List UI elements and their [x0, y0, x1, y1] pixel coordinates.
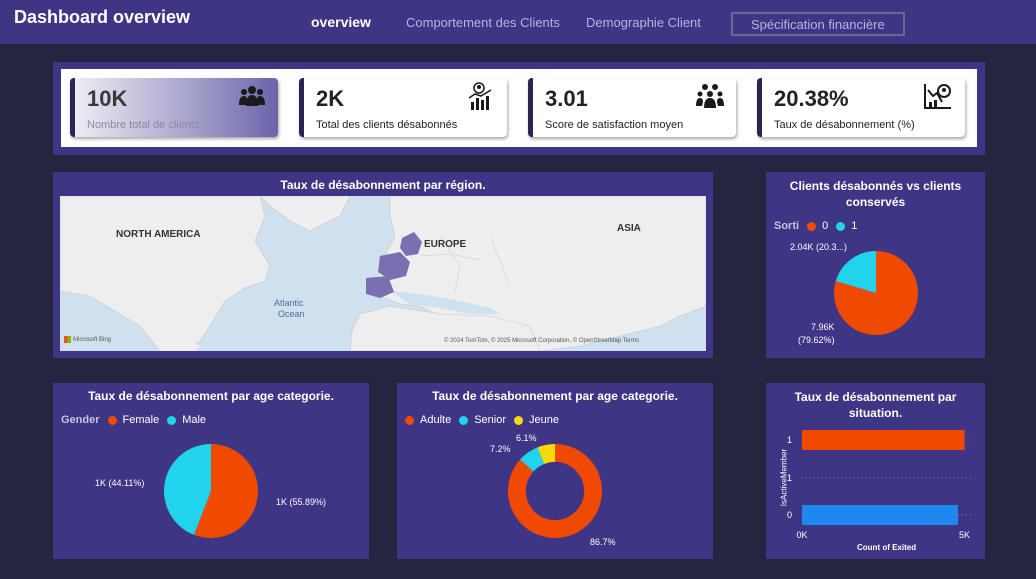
age-donut-chart[interactable] [507, 443, 603, 539]
kpi-card-clients-desabonnes[interactable]: 2K Total des clients désabonnés [299, 78, 507, 137]
kpi-container: 10K Nombre total de clients 2K Total des… [61, 69, 977, 147]
gender-label-female: 1K (55.89%) [276, 497, 327, 507]
bar-0[interactable] [802, 505, 958, 525]
age-label-jeune: 6.1% [516, 433, 537, 443]
tab-specification-financiere[interactable]: Spécification financière [731, 12, 905, 36]
kpi-value: 20.38% [774, 86, 849, 111]
gender-panel: Taux de désabonnement par age categorie.… [53, 383, 369, 559]
exited-panel: Clients désabonnés vs clients conservés … [766, 172, 985, 358]
exited-legend: Sorti 0 1 [774, 220, 857, 232]
world-map-graphic [60, 196, 706, 351]
gender-pie-chart[interactable] [163, 443, 259, 539]
kpi-label: Total des clients désabonnés [316, 119, 458, 131]
exited-pie-chart[interactable] [833, 250, 919, 336]
top-bar: Dashboard overview overview Comportement… [0, 0, 1036, 44]
x-tick-label: 5K [959, 530, 970, 540]
bar-1[interactable] [802, 430, 965, 450]
microsoft-logo-icon [64, 336, 71, 343]
age-label-senior: 7.2% [490, 444, 511, 454]
age-legend: Adulte Senior Jeune [405, 414, 559, 426]
legend-item-male[interactable]: Male [182, 414, 206, 426]
legend-item-adulte[interactable]: Adulte [420, 414, 451, 426]
kpi-label: Nombre total de clients [87, 119, 200, 131]
kpi-value: 3.01 [545, 86, 588, 111]
exited-label-1: 2.04K (20.3...) [790, 242, 848, 252]
kpi-label: Taux de désabonnement (%) [774, 119, 915, 131]
map-panel-title: Taux de désabonnement par région. [280, 178, 486, 192]
kpi-section: 10K Nombre total de clients 2K Total des… [53, 62, 985, 155]
bing-logo: Microsoft Bing [64, 336, 111, 343]
map-label-asia: ASIA [617, 223, 641, 234]
y-tick-label: 0 [787, 510, 792, 520]
legend-item-senior[interactable]: Senior [474, 414, 506, 426]
gender-legend: Gender Female Male [61, 414, 206, 426]
tab-comportement-clients[interactable]: Comportement des Clients [406, 0, 560, 44]
legend-dot-female [107, 415, 117, 425]
user-chart-icon [468, 82, 492, 110]
map-label-ocean: Ocean [278, 309, 305, 319]
situation-x-axis-label: Count of Exited [857, 543, 917, 552]
people-icon [239, 86, 265, 106]
kpi-value: 2K [316, 86, 345, 111]
age-panel-title: Taux de désabonnement par age categorie. [432, 389, 678, 403]
kpi-value: 10K [87, 86, 128, 111]
legend-dot-0 [807, 221, 817, 231]
gender-label-male: 1K (44.11%) [95, 478, 145, 488]
page-title: Dashboard overview [14, 7, 191, 27]
legend-key: Sorti [774, 220, 800, 232]
churn-chart-icon [924, 84, 951, 109]
legend-dot-jeune [514, 415, 523, 425]
legend-item-female[interactable]: Female [123, 414, 160, 426]
map-label-europe: EUROPE [424, 239, 467, 250]
map-label-atlantic: Atlantic [274, 298, 304, 308]
gender-panel-title: Taux de désabonnement par age categorie. [88, 389, 334, 403]
map-attribution[interactable]: © 2024 TomTom, © 2025 Microsoft Corporat… [444, 338, 639, 344]
legend-dot-senior [459, 415, 469, 425]
kpi-card-total-clients[interactable]: 10K Nombre total de clients [70, 78, 278, 137]
situation-panel: Taux de désabonnement par situation. IsA… [766, 383, 985, 559]
y-tick-label: 1 [787, 435, 792, 445]
legend-item-1[interactable]: 1 [851, 220, 857, 232]
legend-key: Gender [61, 414, 100, 426]
kpi-card-satisfaction[interactable]: 3.01 Score de satisfaction moyen [528, 78, 736, 137]
situation-bar-chart[interactable]: 1 1 0 0K 5K [766, 383, 985, 559]
x-tick-label: 0K [796, 530, 807, 540]
exited-label-0-percent: (79.62%) [798, 335, 835, 345]
legend-item-jeune[interactable]: Jeune [529, 414, 559, 426]
group-icon [696, 84, 724, 108]
kpi-card-taux-desabonnement[interactable]: 20.38% Taux de désabonnement (%) [757, 78, 965, 137]
legend-dot-male [167, 415, 177, 425]
region-map[interactable]: NORTH AMERICA EUROPE ASIA Atlantic Ocean… [60, 196, 706, 351]
y-tick-label: 1 [787, 473, 792, 483]
tab-overview[interactable]: overview [311, 0, 371, 44]
age-label-adulte: 86.7% [590, 537, 616, 547]
exited-label-0-value: 7.96K [811, 322, 835, 332]
age-panel: Taux de désabonnement par age categorie.… [397, 383, 713, 559]
exited-panel-title: Clients désabonnés vs clients conservés [789, 179, 962, 209]
map-label-north-america: NORTH AMERICA [116, 229, 201, 240]
legend-dot-1 [836, 221, 846, 231]
legend-item-0[interactable]: 0 [822, 220, 828, 232]
kpi-label: Score de satisfaction moyen [545, 119, 684, 131]
legend-dot-adulte [405, 415, 414, 425]
tab-demographie-client[interactable]: Demographie Client [586, 0, 701, 44]
